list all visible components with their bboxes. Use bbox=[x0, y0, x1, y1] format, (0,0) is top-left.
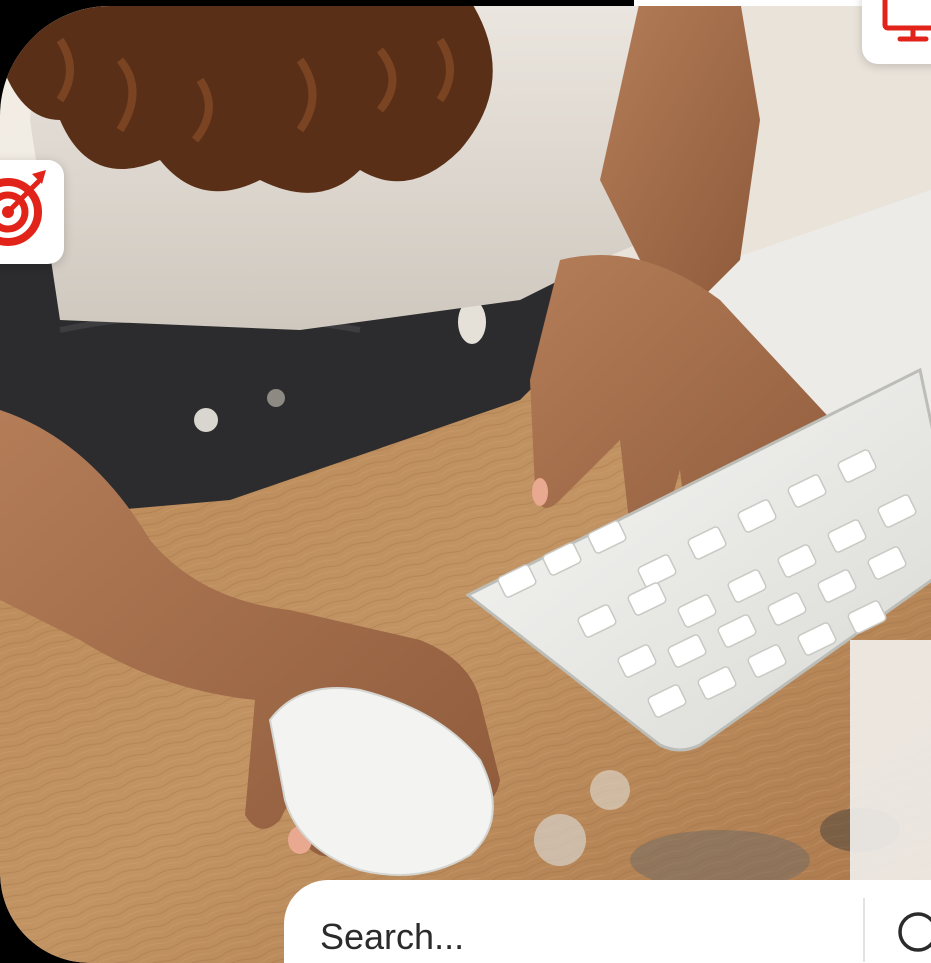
search-input[interactable] bbox=[320, 912, 820, 962]
target-arrow-icon bbox=[0, 170, 46, 246]
monitor-icon bbox=[882, 0, 931, 42]
search-divider bbox=[863, 898, 865, 962]
search-icon bbox=[898, 912, 931, 952]
search-bar bbox=[284, 880, 931, 963]
search-button[interactable] bbox=[888, 902, 931, 962]
target-badge[interactable] bbox=[0, 160, 64, 264]
hero-photo bbox=[0, 6, 931, 963]
monitor-badge[interactable] bbox=[862, 0, 931, 64]
hero-illustration bbox=[0, 6, 931, 963]
page bbox=[0, 0, 931, 963]
